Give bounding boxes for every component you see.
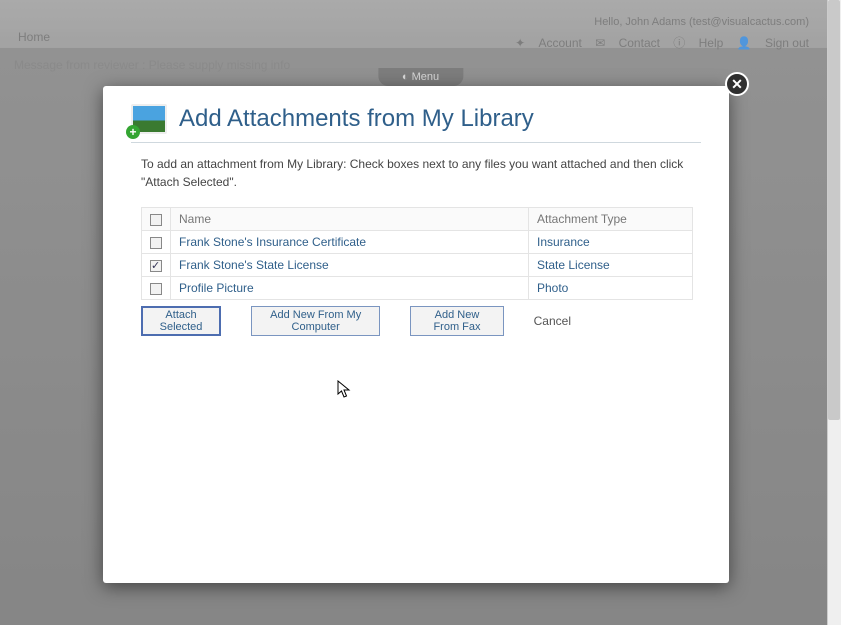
add-attachments-modal: ✕ + Add Attachments from My Library To a…: [103, 86, 729, 583]
modal-title: Add Attachments from My Library: [179, 105, 534, 133]
attachment-type-link[interactable]: Photo: [537, 281, 568, 295]
action-row: Attach Selected Add New From My Computer…: [141, 306, 701, 336]
attach-selected-button[interactable]: Attach Selected: [141, 306, 221, 336]
attachment-name-link[interactable]: Frank Stone's Insurance Certificate: [179, 235, 366, 249]
attachment-type-link[interactable]: State License: [537, 258, 610, 272]
cancel-link[interactable]: Cancel: [534, 314, 571, 328]
row-checkbox[interactable]: [150, 283, 162, 295]
modal-header: + Add Attachments from My Library: [131, 104, 701, 143]
column-header-name[interactable]: Name: [171, 208, 529, 231]
plus-icon: +: [126, 125, 140, 139]
page-scrollbar-thumb[interactable]: [828, 0, 840, 420]
table-row: Frank Stone's Insurance Certificate Insu…: [142, 231, 693, 254]
attachment-name-link[interactable]: Frank Stone's State License: [179, 258, 329, 272]
page-scrollbar-track[interactable]: [827, 0, 841, 625]
add-from-fax-button[interactable]: Add New From Fax: [410, 306, 503, 336]
add-from-computer-button[interactable]: Add New From My Computer: [251, 306, 380, 336]
table-row: Frank Stone's State License State Licens…: [142, 254, 693, 277]
table-row: Profile Picture Photo: [142, 277, 693, 300]
cursor-icon: [337, 380, 353, 400]
column-header-type[interactable]: Attachment Type: [529, 208, 693, 231]
modal-instructions: To add an attachment from My Library: Ch…: [141, 155, 691, 191]
attachment-name-link[interactable]: Profile Picture: [179, 281, 254, 295]
attachments-table: Name Attachment Type Frank Stone's Insur…: [141, 207, 693, 300]
row-checkbox[interactable]: [150, 260, 162, 272]
attachment-type-link[interactable]: Insurance: [537, 235, 590, 249]
select-all-checkbox[interactable]: [150, 214, 162, 226]
row-checkbox[interactable]: [150, 237, 162, 249]
close-icon[interactable]: ✕: [725, 72, 749, 96]
library-photo-icon: +: [131, 104, 167, 134]
